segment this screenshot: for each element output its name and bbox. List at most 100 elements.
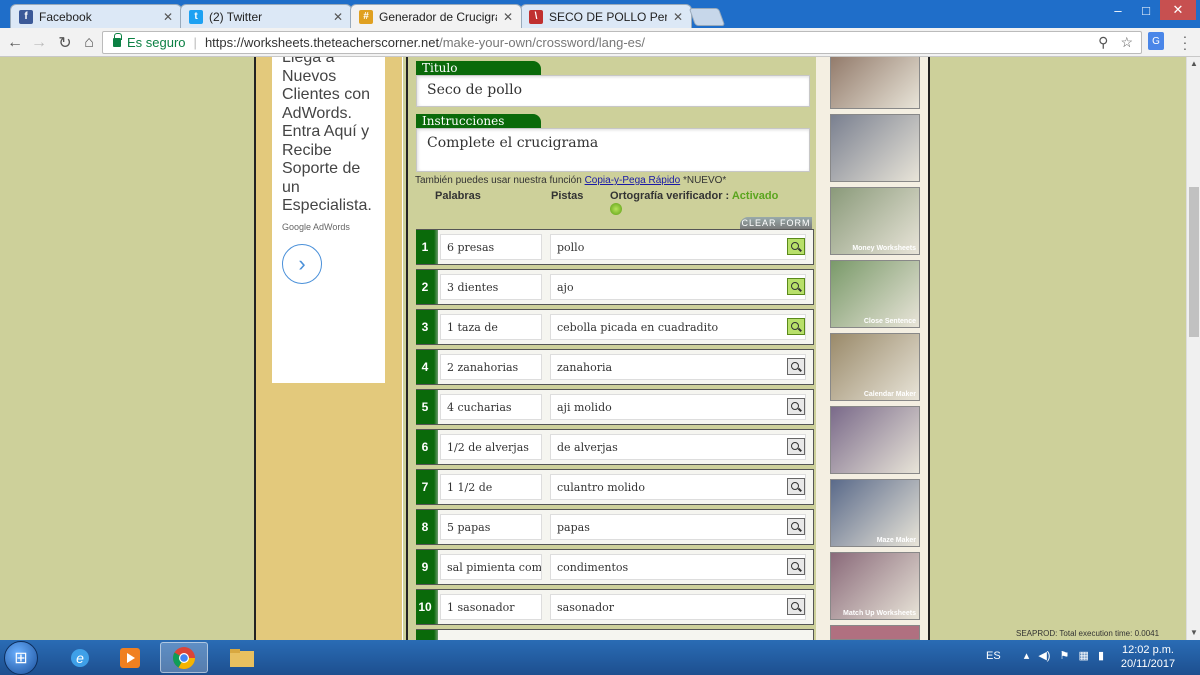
search-icon[interactable] <box>787 438 805 455</box>
worksheet-thumbnail[interactable] <box>830 57 920 109</box>
lock-icon <box>113 33 122 47</box>
power-icon[interactable]: ▮ <box>1098 650 1104 662</box>
worksheet-thumbnail[interactable]: Maze Maker <box>830 479 920 547</box>
word-input[interactable]: 5 papas <box>440 514 542 540</box>
instructions-textarea[interactable]: Complete el crucigrama <box>416 128 810 172</box>
close-icon[interactable]: ✕ <box>163 10 173 24</box>
close-icon[interactable]: ✕ <box>673 10 683 24</box>
search-icon[interactable] <box>787 278 805 295</box>
menu-icon[interactable]: · · · <box>1178 29 1192 55</box>
show-hidden-icons-icon[interactable]: ▴ <box>1024 650 1030 662</box>
file-explorer-icon[interactable] <box>218 642 266 673</box>
clue-input[interactable]: papas <box>550 514 806 540</box>
word-input[interactable]: 6 presas <box>440 234 542 260</box>
clue-input[interactable]: sasonador <box>550 594 806 620</box>
flag-icon[interactable]: ⚑ <box>1060 650 1070 662</box>
divider <box>406 57 408 640</box>
clue-input[interactable]: condimentos <box>550 554 806 580</box>
search-icon[interactable] <box>787 518 805 535</box>
word-input[interactable]: 3 dientes <box>440 274 542 300</box>
chevron-right-icon[interactable]: › <box>282 244 322 284</box>
worksheet-thumbnail[interactable]: Match Up Worksheets <box>830 552 920 620</box>
new-tab-button[interactable] <box>688 8 726 26</box>
tab-crossword-generator[interactable]: # Generador de Crucigrama ✕ <box>350 4 522 28</box>
table-row: 6 1/2 de alverjas de alverjas <box>416 429 814 465</box>
search-icon[interactable] <box>787 238 805 255</box>
thumbnail-caption: Money Worksheets <box>852 245 916 252</box>
address-bar[interactable]: Es seguro | https://worksheets.theteache… <box>102 31 1142 54</box>
tab-seco-de-pollo[interactable]: \ SECO DE POLLO Peruano ✕ <box>520 4 692 28</box>
search-icon[interactable] <box>787 558 805 575</box>
minimize-icon[interactable]: – <box>1104 0 1132 20</box>
word-input[interactable]: 1 1/2 de <box>440 474 542 500</box>
search-icon[interactable] <box>787 478 805 495</box>
worksheet-thumbnail[interactable]: Money Worksheets <box>830 187 920 255</box>
word-input[interactable]: 2 zanahorias <box>440 354 542 380</box>
word-input[interactable]: 1 taza de <box>440 314 542 340</box>
search-icon[interactable] <box>787 358 805 375</box>
chrome-icon[interactable] <box>160 642 208 673</box>
worksheet-thumbnail[interactable] <box>830 625 920 640</box>
translate-extension-icon[interactable]: G <box>1148 32 1164 50</box>
network-icon[interactable]: ▦ <box>1078 650 1088 662</box>
zoom-icon[interactable]: ⚲ <box>1098 34 1108 51</box>
media-player-icon[interactable] <box>106 642 154 673</box>
reload-icon[interactable]: ↻ <box>54 32 76 54</box>
hint-suffix: *NUEVO* <box>682 175 727 186</box>
worksheet-thumbnail[interactable] <box>830 406 920 474</box>
tab-twitter[interactable]: t (2) Twitter ✕ <box>180 4 352 28</box>
clock-date: 20/11/2017 <box>1120 658 1176 670</box>
secure-indicator[interactable]: Es seguro <box>113 33 186 50</box>
worksheet-thumbnail[interactable]: Close Sentence <box>830 260 920 328</box>
start-button[interactable]: ⊞ <box>4 641 38 675</box>
maximize-icon[interactable]: □ <box>1132 0 1160 20</box>
recipe-icon: \ <box>529 9 543 24</box>
close-icon[interactable]: ✕ <box>333 10 343 24</box>
clue-input[interactable]: aji molido <box>550 394 806 420</box>
quick-paste-link[interactable]: Copia-y-Pega Rápido <box>585 175 681 186</box>
ad-text[interactable]: Llega a Nuevos Clientes con AdWords. Ent… <box>282 57 382 216</box>
hint-prefix: También puedes usar nuestra función <box>415 175 582 186</box>
clue-input[interactable]: culantro molido <box>550 474 806 500</box>
search-icon[interactable] <box>787 598 805 615</box>
search-icon[interactable] <box>787 318 805 335</box>
worksheet-thumbnail[interactable]: Calendar Maker <box>830 333 920 401</box>
language-indicator[interactable]: ES <box>986 650 1001 662</box>
tab-facebook[interactable]: f Facebook ✕ <box>10 4 182 28</box>
clue-input[interactable]: zanahoria <box>550 354 806 380</box>
ad-box[interactable]: Llega a Nuevos Clientes con AdWords. Ent… <box>272 57 385 383</box>
clue-input[interactable]: cebolla picada en cuadradito <box>550 314 806 340</box>
page-scrollbar[interactable]: ▲ ▼ <box>1186 57 1200 640</box>
close-icon[interactable]: ✕ <box>503 10 513 24</box>
table-row: 42 zanahorias zanahoria <box>416 349 814 385</box>
browser-toolbar: ← → ↻ ⌂ Es seguro | https://worksheets.t… <box>0 28 1200 57</box>
scroll-up-icon[interactable]: ▲ <box>1187 57 1200 71</box>
volume-icon[interactable]: ◀) <box>1038 650 1050 662</box>
close-window-icon[interactable]: ✕ <box>1160 0 1196 20</box>
scrollbar-thumb[interactable] <box>1189 187 1199 337</box>
clue-input[interactable]: pollo <box>550 234 806 260</box>
home-icon[interactable]: ⌂ <box>78 32 100 54</box>
clock[interactable]: 12:02 p.m. 20/11/2017 <box>1118 643 1178 671</box>
internet-explorer-icon[interactable]: e <box>56 642 104 673</box>
word-input[interactable]: 1/2 de alverjas <box>440 434 542 460</box>
clue-input[interactable]: ajo <box>550 274 806 300</box>
forward-icon[interactable]: → <box>28 32 50 54</box>
back-icon[interactable]: ← <box>4 32 26 54</box>
execution-time: SEAPROD: Total execution time: 0.0041 se… <box>1016 629 1160 640</box>
word-input[interactable]: sal pimienta comi <box>440 554 542 580</box>
worksheet-thumbnail[interactable] <box>830 114 920 182</box>
word-input[interactable]: 1 sasonador <box>440 594 542 620</box>
omnibox-actions: ⚲ ☆ <box>1098 34 1133 51</box>
spellcheck-status[interactable]: Ortografía verificador : Activado <box>610 190 778 202</box>
clue-input[interactable]: de alverjas <box>550 434 806 460</box>
search-icon[interactable] <box>787 398 805 415</box>
thumbnail-caption: Calendar Maker <box>863 391 916 398</box>
svg-text:e: e <box>76 650 84 666</box>
twitter-icon: t <box>189 9 203 24</box>
title-input[interactable]: Seco de pollo <box>416 75 810 107</box>
word-input[interactable]: 4 cucharias <box>440 394 542 420</box>
table-row: 10 1 sasonador sasonador <box>416 589 814 625</box>
bookmark-star-icon[interactable]: ☆ <box>1120 34 1133 51</box>
scroll-down-icon[interactable]: ▼ <box>1187 626 1200 640</box>
